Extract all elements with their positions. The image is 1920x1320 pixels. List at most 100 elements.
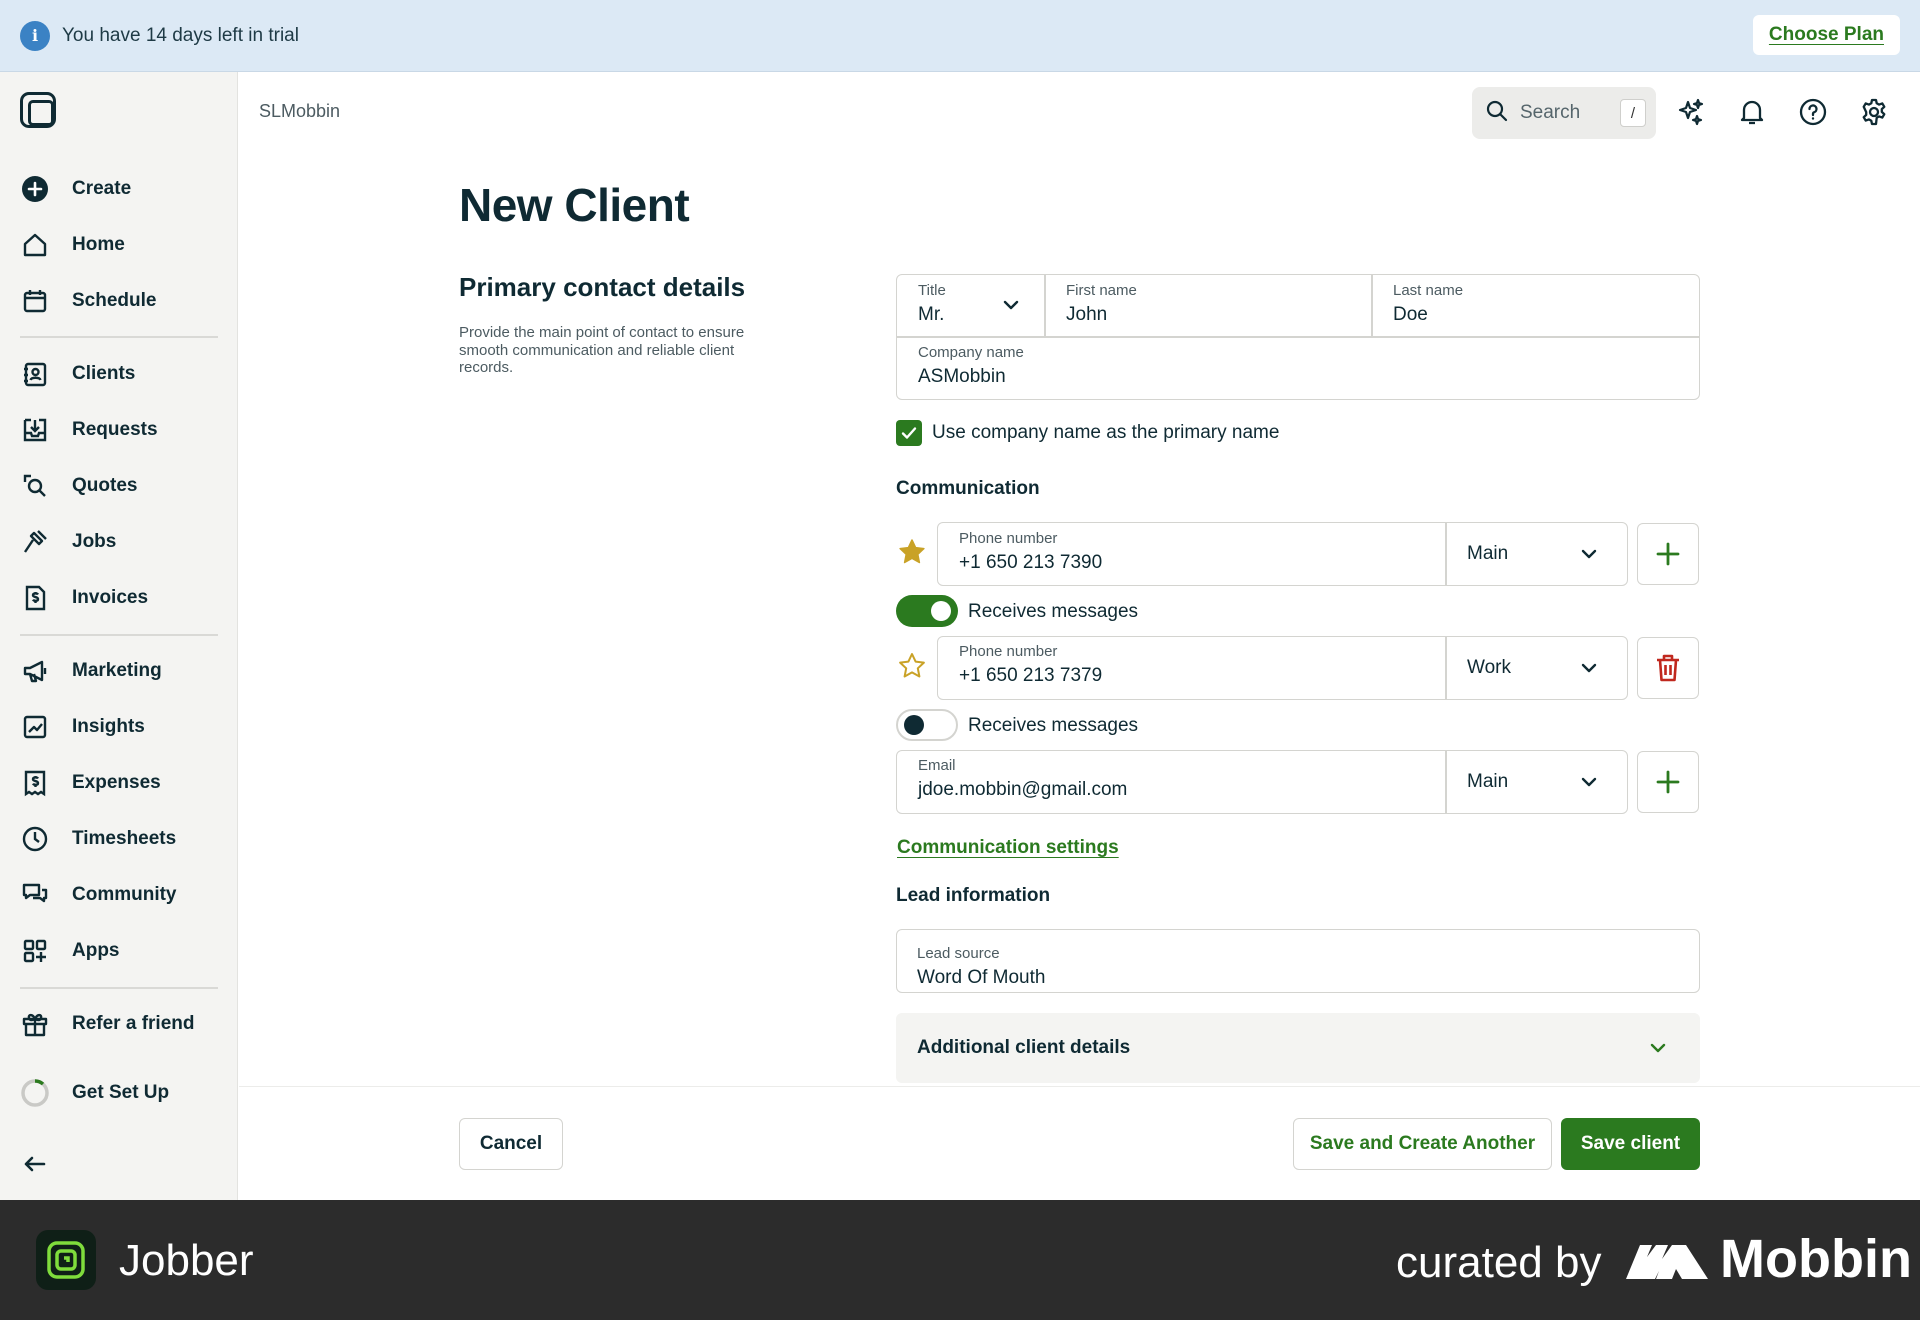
- curated-by-text: curated by: [1396, 1238, 1602, 1287]
- home-icon: [20, 230, 50, 260]
- trash-icon: [1657, 654, 1679, 682]
- app-name: Jobber: [119, 1236, 254, 1285]
- sidebar-item-label: Community: [72, 884, 177, 905]
- sidebar-item-schedule[interactable]: Schedule: [20, 281, 156, 321]
- last-name-label: Last name: [1393, 282, 1464, 299]
- mobbin-wordmark: Mobbin: [1720, 1229, 1912, 1289]
- sidebar-item-timesheets[interactable]: Timesheets: [20, 819, 176, 859]
- bell-icon[interactable]: [1736, 96, 1768, 128]
- sparkle-ai-icon[interactable]: [1675, 96, 1707, 128]
- save-client-button[interactable]: Save client: [1561, 1118, 1700, 1170]
- sidebar-item-jobs[interactable]: Jobs: [20, 522, 116, 562]
- sidebar-item-apps[interactable]: Apps: [20, 931, 120, 971]
- plus-circle-icon: [20, 174, 50, 204]
- save-and-create-another-button[interactable]: Save and Create Another: [1293, 1118, 1552, 1170]
- receives-messages-label: Receives messages: [968, 715, 1139, 736]
- jobber-app-logo-icon: [36, 1230, 96, 1290]
- gear-icon[interactable]: [1858, 96, 1890, 128]
- sidebar-item-label: Home: [72, 234, 125, 255]
- cancel-button[interactable]: Cancel: [459, 1118, 563, 1170]
- sidebar-item-expenses[interactable]: Expenses: [20, 763, 161, 803]
- page-title: New Client: [459, 179, 690, 231]
- use-company-name-checkbox[interactable]: [896, 420, 922, 446]
- email-field[interactable]: Email jdoe.mobbin@gmail.com: [897, 751, 1445, 813]
- gift-icon: [20, 1009, 50, 1039]
- search-input[interactable]: Search /: [1472, 87, 1656, 139]
- apps-grid-icon: [20, 936, 50, 966]
- toggle-knob: [931, 601, 951, 621]
- check-icon: [901, 427, 917, 439]
- star-filled-icon[interactable]: [897, 537, 927, 567]
- receives-messages-toggle[interactable]: [896, 595, 958, 627]
- first-name-field[interactable]: First name John: [1046, 275, 1371, 336]
- sidebar-item-refer[interactable]: Refer a friend: [20, 1004, 194, 1044]
- sidebar-item-clients[interactable]: Clients: [20, 354, 135, 394]
- additional-details-accordion[interactable]: Additional client details: [896, 1013, 1700, 1083]
- trial-banner: i You have 14 days left in trial Choose …: [0, 0, 1920, 72]
- phone-value: +1 650 213 7390: [959, 552, 1103, 573]
- section-description: Provide the main point of contact to ens…: [459, 324, 745, 376]
- lead-source-label: Lead source: [917, 945, 1000, 962]
- search-icon: [1486, 100, 1508, 127]
- breadcrumb[interactable]: SLMobbin: [259, 101, 340, 122]
- last-name-field[interactable]: Last name Doe: [1373, 275, 1699, 336]
- help-icon[interactable]: [1797, 96, 1829, 128]
- sidebar-item-label: Apps: [72, 940, 120, 961]
- phone-type-select[interactable]: Work: [1447, 637, 1627, 699]
- phone-type-select[interactable]: Main: [1447, 523, 1627, 585]
- sidebar-item-quotes[interactable]: Quotes: [20, 466, 137, 506]
- sidebar-item-marketing[interactable]: Marketing: [20, 651, 162, 691]
- sidebar-item-label: Quotes: [72, 475, 138, 496]
- jobber-logo-icon[interactable]: [20, 92, 56, 128]
- sidebar-item-insights[interactable]: Insights: [20, 707, 145, 747]
- sidebar-item-home[interactable]: Home: [20, 225, 125, 265]
- email-type-select[interactable]: Main: [1447, 751, 1627, 813]
- lead-source-value: Word Of Mouth: [917, 967, 1046, 988]
- phone-label: Phone number: [959, 643, 1058, 660]
- sidebar-item-requests[interactable]: Requests: [20, 410, 158, 450]
- title-label: Title: [918, 282, 946, 299]
- first-name-label: First name: [1066, 282, 1137, 299]
- delete-phone-button[interactable]: [1637, 637, 1699, 699]
- add-phone-button[interactable]: [1637, 523, 1699, 585]
- lead-source-field[interactable]: Lead source Word Of Mouth: [896, 929, 1700, 993]
- sidebar-item-community[interactable]: Community: [20, 875, 177, 915]
- sidebar-item-create[interactable]: Create: [20, 169, 131, 209]
- sidebar-item-label: Create: [72, 178, 132, 199]
- sidebar-item-label: Timesheets: [72, 828, 177, 849]
- plus-icon: [1656, 542, 1680, 566]
- star-outline-icon[interactable]: [897, 651, 927, 681]
- hammer-icon: [20, 527, 50, 557]
- company-name-value: ASMobbin: [918, 366, 1006, 387]
- title-select[interactable]: Title Mr.: [897, 275, 1044, 336]
- contact-card-icon: [20, 359, 50, 389]
- sidebar-item-label: Marketing: [72, 660, 162, 681]
- choose-plan-button[interactable]: Choose Plan: [1752, 15, 1900, 55]
- progress-ring-icon: [20, 1078, 50, 1108]
- lead-information-heading: Lead information: [896, 885, 1051, 906]
- communication-settings-link[interactable]: Communication settings: [897, 837, 1119, 859]
- accordion-title: Additional client details: [917, 1037, 1131, 1058]
- company-name-field[interactable]: Company name ASMobbin: [897, 338, 1699, 399]
- clock-icon: [20, 824, 50, 854]
- section-title: Primary contact details: [459, 272, 746, 302]
- inbox-download-icon: [20, 415, 50, 445]
- collapse-sidebar-button[interactable]: [20, 1144, 72, 1184]
- phone-number-field[interactable]: Phone number +1 650 213 7379: [938, 637, 1445, 699]
- communication-heading: Communication: [896, 478, 1040, 499]
- search-placeholder: Search: [1520, 102, 1581, 123]
- chevron-down-icon: [1581, 549, 1597, 559]
- sidebar-item-label: Schedule: [72, 290, 157, 311]
- chevron-down-icon: [1581, 777, 1597, 787]
- add-email-button[interactable]: [1637, 751, 1699, 813]
- receives-messages-toggle[interactable]: [896, 709, 958, 741]
- dollar-doc-icon: [20, 583, 50, 613]
- mobbin-mark-icon: [1626, 1245, 1708, 1279]
- megaphone-icon: [20, 656, 50, 686]
- phone-number-field[interactable]: Phone number +1 650 213 7390: [938, 523, 1445, 585]
- sidebar-item-label: Clients: [72, 363, 136, 384]
- email-label: Email: [918, 757, 956, 774]
- trial-message: You have 14 days left in trial: [62, 24, 299, 46]
- sidebar-item-get-set-up[interactable]: Get Set Up: [20, 1073, 169, 1113]
- sidebar-item-invoices[interactable]: Invoices: [20, 578, 148, 618]
